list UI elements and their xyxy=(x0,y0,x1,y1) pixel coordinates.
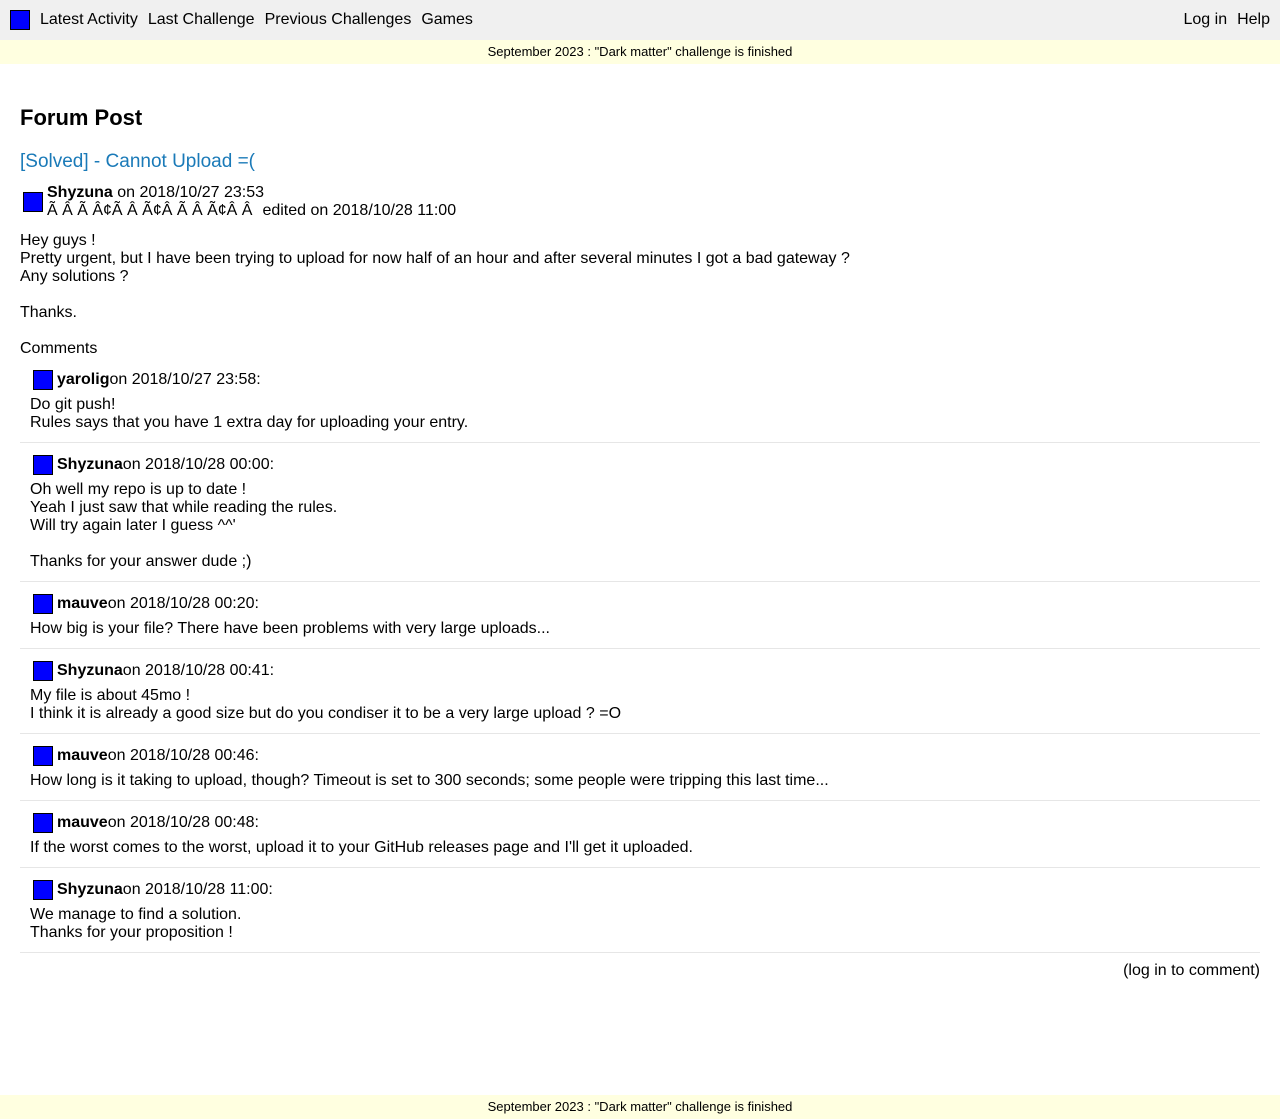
post-meta-text: Shyzuna on 2018/10/27 23:53 Ã Â Ã Â¢Ã Â … xyxy=(47,184,456,220)
comment-author[interactable]: Shyzuna xyxy=(57,455,123,475)
comment: yarolig on 2018/10/27 23:58: Do git push… xyxy=(20,358,1260,443)
login-to-comment-link[interactable]: (log in to comment) xyxy=(1123,962,1260,979)
avatar xyxy=(33,370,53,390)
site-logo-icon[interactable] xyxy=(10,10,30,30)
help-link[interactable]: Help xyxy=(1237,10,1270,30)
comment: mauve on 2018/10/28 00:48: If the worst … xyxy=(20,801,1260,868)
comment-header: yarolig on 2018/10/27 23:58: xyxy=(30,370,1250,390)
comment-header: mauve on 2018/10/28 00:20: xyxy=(30,594,1250,614)
login-link[interactable]: Log in xyxy=(1184,10,1228,30)
avatar xyxy=(33,813,53,833)
post-body-paragraph: Hey guys ! Pretty urgent, but I have bee… xyxy=(20,232,1260,286)
comment-header: Shyzuna on 2018/10/28 00:00: xyxy=(30,455,1250,475)
comments-list: yarolig on 2018/10/27 23:58: Do git push… xyxy=(20,358,1260,953)
comment: mauve on 2018/10/28 00:20: How big is yo… xyxy=(20,582,1260,649)
comment-header: mauve on 2018/10/28 00:46: xyxy=(30,746,1250,766)
comment-body: Oh well my repo is up to date ! Yeah I ju… xyxy=(30,481,1250,571)
login-to-comment: (log in to comment) xyxy=(20,953,1260,981)
comment-body: How long is it taking to upload, though?… xyxy=(30,772,1250,790)
page-title: Forum Post xyxy=(20,105,143,130)
avatar xyxy=(33,594,53,614)
comment-date: on 2018/10/28 00:41: xyxy=(122,662,275,679)
avatar xyxy=(33,880,53,900)
comment-line: I think it is already a good size but do… xyxy=(30,705,622,722)
nav-previous-challenges[interactable]: Previous Challenges xyxy=(265,10,412,30)
comment-line: Yeah I just saw that while reading the r… xyxy=(30,499,338,516)
comment-header: Shyzuna on 2018/10/28 00:41: xyxy=(30,661,1250,681)
avatar xyxy=(33,455,53,475)
avatar xyxy=(23,192,43,212)
comment-line: Thanks for your answer dude ;) xyxy=(30,553,252,570)
comment-author[interactable]: mauve xyxy=(57,813,108,833)
main-content: Forum Post [Solved] - Cannot Upload =( S… xyxy=(0,64,1280,981)
post-body-line: Pretty urgent, but I have been trying to… xyxy=(20,250,850,267)
comment-line: Thanks for your proposition ! xyxy=(30,924,233,941)
post-meta: Shyzuna on 2018/10/27 23:53 Ã Â Ã Â¢Ã Â … xyxy=(20,184,1260,220)
comment-line: We manage to find a solution. xyxy=(30,906,242,923)
nav-right: Log in Help xyxy=(1184,10,1271,30)
comment-date: on 2018/10/28 00:48: xyxy=(107,814,259,831)
comment-body: How big is your file? There have been pr… xyxy=(30,620,1250,638)
comment-line: Will try again later I guess ^^' xyxy=(30,517,236,534)
post-edited-note: edited on 2018/10/28 11:00 xyxy=(262,202,457,219)
comment-date: on 2018/10/28 11:00: xyxy=(122,881,273,898)
comment-line: My file is about 45mo ! xyxy=(30,687,191,704)
announcement-banner: September 2023 : "Dark matter" challenge… xyxy=(0,40,1280,64)
comment-line: Do git push! xyxy=(30,396,116,413)
comment-date: on 2018/10/28 00:46: xyxy=(107,747,259,764)
nav-games[interactable]: Games xyxy=(421,10,473,30)
footer-banner: September 2023 : "Dark matter" challenge… xyxy=(0,1095,1280,1119)
comment-author[interactable]: yarolig xyxy=(57,370,109,390)
comment-line: How long is it taking to upload, though?… xyxy=(30,772,829,789)
top-navigation: Latest Activity Last Challenge Previous … xyxy=(0,0,1280,40)
comment-author[interactable]: mauve xyxy=(57,746,108,766)
comment-header: mauve on 2018/10/28 00:48: xyxy=(30,813,1250,833)
comment-line: Oh well my repo is up to date ! xyxy=(30,481,247,498)
comment: Shyzuna on 2018/10/28 00:41: My file is … xyxy=(20,649,1260,734)
post-body-line: Any solutions ? xyxy=(20,268,129,285)
post-date: on 2018/10/27 23:53 xyxy=(112,184,265,201)
nav-last-challenge[interactable]: Last Challenge xyxy=(148,10,255,30)
comment-header: Shyzuna on 2018/10/28 11:00: xyxy=(30,880,1250,900)
comment-line: How big is your file? There have been pr… xyxy=(30,620,550,637)
comment-line: If the worst comes to the worst, upload … xyxy=(30,839,693,856)
comment-date: on 2018/10/28 00:00: xyxy=(122,456,275,473)
comment-author[interactable]: Shyzuna xyxy=(57,661,123,681)
comment-author[interactable]: Shyzuna xyxy=(57,880,123,900)
post-author[interactable]: Shyzuna xyxy=(47,184,113,201)
comment-body: If the worst comes to the worst, upload … xyxy=(30,839,1250,857)
comment-author[interactable]: mauve xyxy=(57,594,108,614)
comment-date: on 2018/10/28 00:20: xyxy=(107,595,259,612)
comments-heading: Comments xyxy=(20,340,98,357)
comment-line: Rules says that you have 1 extra day for… xyxy=(30,414,469,431)
post-body-line: Hey guys ! xyxy=(20,232,96,249)
avatar xyxy=(33,661,53,681)
comment-body: We manage to find a solution. Thanks for … xyxy=(30,906,1250,942)
comment: mauve on 2018/10/28 00:46: How long is i… xyxy=(20,734,1260,801)
avatar xyxy=(33,746,53,766)
nav-latest-activity[interactable]: Latest Activity xyxy=(40,10,138,30)
nav-left: Latest Activity Last Challenge Previous … xyxy=(10,10,483,30)
post-title-link[interactable]: [Solved] - Cannot Upload =( xyxy=(20,150,1260,174)
post-body: Hey guys ! Pretty urgent, but I have bee… xyxy=(20,232,1260,322)
comment-body: My file is about 45mo ! I think it is alr… xyxy=(30,687,1250,723)
post-garbled-text: Ã Â Ã Â¢Ã Â Ã¢Â Ã Â Ã¢Â Â xyxy=(47,202,253,219)
comment: Shyzuna on 2018/10/28 11:00: We manage t… xyxy=(20,868,1260,953)
post-thanks: Thanks. xyxy=(20,304,77,321)
comment: Shyzuna on 2018/10/28 00:00: Oh well my … xyxy=(20,443,1260,582)
comment-body: Do git push! Rules says that you have 1 e… xyxy=(30,396,1250,432)
comment-date: on 2018/10/27 23:58: xyxy=(109,371,261,388)
